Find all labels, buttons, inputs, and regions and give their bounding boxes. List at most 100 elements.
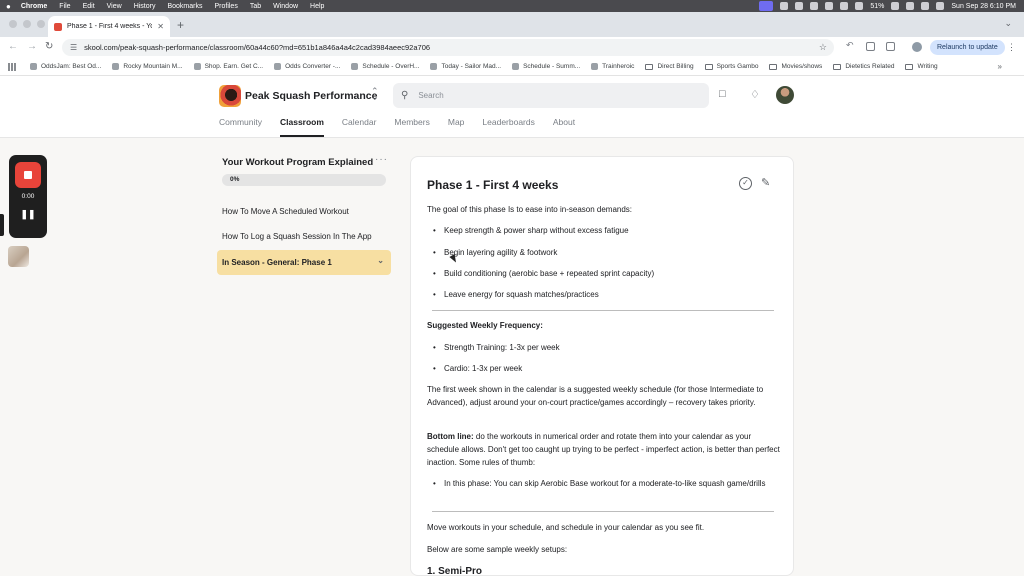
bookmark-item[interactable]: Trainheroic	[591, 63, 634, 70]
bookmark-label: Schedule - OverH...	[362, 63, 420, 70]
apps-grid-icon[interactable]	[8, 62, 16, 71]
screen-record-icon[interactable]	[759, 1, 774, 11]
rule-list-item: In this phase: You can skip Aerobic Base…	[433, 477, 773, 490]
chevron-down-icon[interactable]: ⌄	[377, 256, 384, 265]
address-bar[interactable]: ☰ skool.com/peak-squash-performance/clas…	[62, 39, 834, 56]
lesson-title: Phase 1 - First 4 weeks	[427, 178, 559, 192]
menu-bookmarks[interactable]: Bookmarks	[167, 3, 202, 10]
bookmark-item[interactable]: Rocky Mountain M...	[112, 63, 183, 70]
bookmark-folder[interactable]: Writing	[905, 63, 938, 70]
apple-menu-icon[interactable]: ●	[6, 2, 11, 11]
tab-members[interactable]: Members	[394, 117, 429, 137]
menu-help[interactable]: Help	[310, 3, 324, 10]
url-text[interactable]: skool.com/peak-squash-performance/classr…	[84, 43, 430, 52]
goal-list-item: Keep strength & power sharp without exce…	[433, 224, 773, 237]
edit-pencil-icon[interactable]: ✎	[761, 176, 770, 189]
chat-icon[interactable]: □	[719, 88, 726, 100]
menu-bar-clock[interactable]: Sun Sep 28 6:10 PM	[951, 3, 1016, 10]
bookmark-item[interactable]: Schedule - OverH...	[351, 63, 419, 70]
battery-icon[interactable]	[891, 2, 900, 10]
bookmark-favicon-icon	[30, 63, 37, 70]
tab-about[interactable]: About	[553, 117, 575, 137]
side-panel-icon[interactable]	[886, 42, 895, 51]
tab-map[interactable]: Map	[448, 117, 465, 137]
group-switcher-icon[interactable]: ⌃ ⌄	[371, 87, 379, 102]
group-name[interactable]: Peak Squash Performance	[245, 90, 377, 102]
minimize-window-button[interactable]	[23, 20, 31, 28]
tray-app-icon[interactable]	[825, 2, 834, 10]
back-icon[interactable]: ←	[8, 41, 18, 52]
goal-list-item: Begin layering agility & footwork	[433, 246, 773, 259]
goal-list-item: Leave energy for squash matches/practice…	[433, 288, 773, 301]
chrome-menu-icon[interactable]: ⋮	[1007, 42, 1016, 53]
forward-icon[interactable]: →	[27, 41, 37, 52]
close-window-button[interactable]	[9, 20, 17, 28]
bookmark-label: Today - Sailor Mad...	[441, 63, 502, 70]
zoom-window-button[interactable]	[37, 20, 45, 28]
bookmark-label: Sports Gambo	[716, 63, 759, 70]
profile-avatar-icon[interactable]	[912, 42, 922, 52]
extension-icon[interactable]	[866, 42, 875, 51]
tray-app-icon[interactable]	[810, 2, 819, 10]
menu-edit[interactable]: Edit	[83, 3, 95, 10]
bookmark-label: Schedule - Summ...	[523, 63, 581, 70]
menu-window[interactable]: Window	[273, 3, 298, 10]
site-info-icon[interactable]: ☰	[70, 43, 77, 52]
new-tab-icon[interactable]: +	[177, 18, 184, 32]
bluetooth-icon[interactable]	[840, 2, 849, 10]
menu-file[interactable]: File	[59, 3, 70, 10]
tab-classroom[interactable]: Classroom	[279, 117, 324, 137]
more-options-icon[interactable]: ···	[375, 154, 388, 165]
tab-leaderboards[interactable]: Leaderboards	[482, 117, 534, 137]
bookmark-folder[interactable]: Direct Billing	[645, 63, 694, 70]
menu-view[interactable]: View	[107, 3, 122, 10]
mark-complete-icon[interactable]: ✓	[739, 177, 752, 190]
more-bookmarks-icon[interactable]: »	[998, 62, 1002, 71]
lesson-intro: The goal of this phase Is to ease into i…	[427, 205, 633, 214]
lesson-item[interactable]: How To Log a Squash Session In The App	[222, 232, 372, 241]
bookmark-item[interactable]: Today - Sailor Mad...	[430, 63, 501, 70]
stop-recording-button[interactable]	[15, 162, 41, 188]
tab-calendar[interactable]: Calendar	[342, 117, 377, 137]
reload-icon[interactable]: ↻	[45, 41, 53, 52]
menu-tab[interactable]: Tab	[250, 3, 261, 10]
tray-app-icon[interactable]	[780, 2, 789, 10]
bookmark-item[interactable]: Schedule - Summ...	[512, 63, 580, 70]
folder-icon	[905, 63, 914, 70]
bookmark-folder[interactable]: Movies/shows	[769, 63, 822, 70]
bookmark-star-icon[interactable]: ☆	[819, 42, 827, 53]
spotlight-icon[interactable]	[921, 2, 930, 10]
recorder-drag-handle[interactable]	[0, 214, 4, 236]
tab-search-icon[interactable]: ⌄	[1004, 18, 1012, 29]
lesson-item[interactable]: How To Move A Scheduled Workout	[222, 207, 349, 216]
menu-profiles[interactable]: Profiles	[214, 3, 237, 10]
bookmark-item[interactable]: Shop. Earn. Get C...	[193, 63, 263, 70]
extension-icon[interactable]: ↶	[846, 40, 855, 50]
bookmark-folder[interactable]: Dietetics Related	[833, 63, 894, 70]
bookmark-item[interactable]: OddsJam: Best Od...	[30, 63, 101, 70]
search-input[interactable]: ⚲ Search	[393, 83, 709, 108]
browser-tab-active[interactable]: Phase 1 - First 4 weeks - You ✕	[48, 16, 170, 37]
close-tab-icon[interactable]: ✕	[157, 22, 164, 31]
menu-chrome[interactable]: Chrome	[21, 3, 47, 10]
tab-community[interactable]: Community	[219, 117, 262, 137]
menu-history[interactable]: History	[134, 3, 156, 10]
wifi-icon[interactable]	[906, 2, 915, 10]
pause-icon[interactable]: ❚❚	[9, 209, 47, 220]
notifications-bell-icon[interactable]: ♢	[750, 88, 760, 101]
camera-thumbnail[interactable]	[8, 246, 29, 267]
bookmark-item[interactable]: Odds Converter -...	[274, 63, 340, 70]
bookmark-favicon-icon	[193, 63, 201, 70]
group-logo[interactable]	[219, 85, 241, 107]
bookmark-folder[interactable]: Sports Gambo	[704, 63, 759, 70]
frequency-list-item: Strength Training: 1-3x per week	[433, 341, 773, 354]
lesson-item-active[interactable]: In Season - General: Phase 1 ⌄	[217, 250, 391, 275]
volume-icon[interactable]	[855, 2, 864, 10]
section-heading: 1. Semi-Pro	[427, 566, 483, 576]
user-avatar[interactable]	[776, 86, 794, 104]
relaunch-button[interactable]: Relaunch to update	[930, 40, 1005, 55]
course-title: Your Workout Program Explained	[222, 157, 374, 168]
bookmark-favicon-icon	[591, 63, 599, 70]
control-center-icon[interactable]	[936, 2, 945, 10]
tray-app-icon[interactable]	[795, 2, 804, 10]
